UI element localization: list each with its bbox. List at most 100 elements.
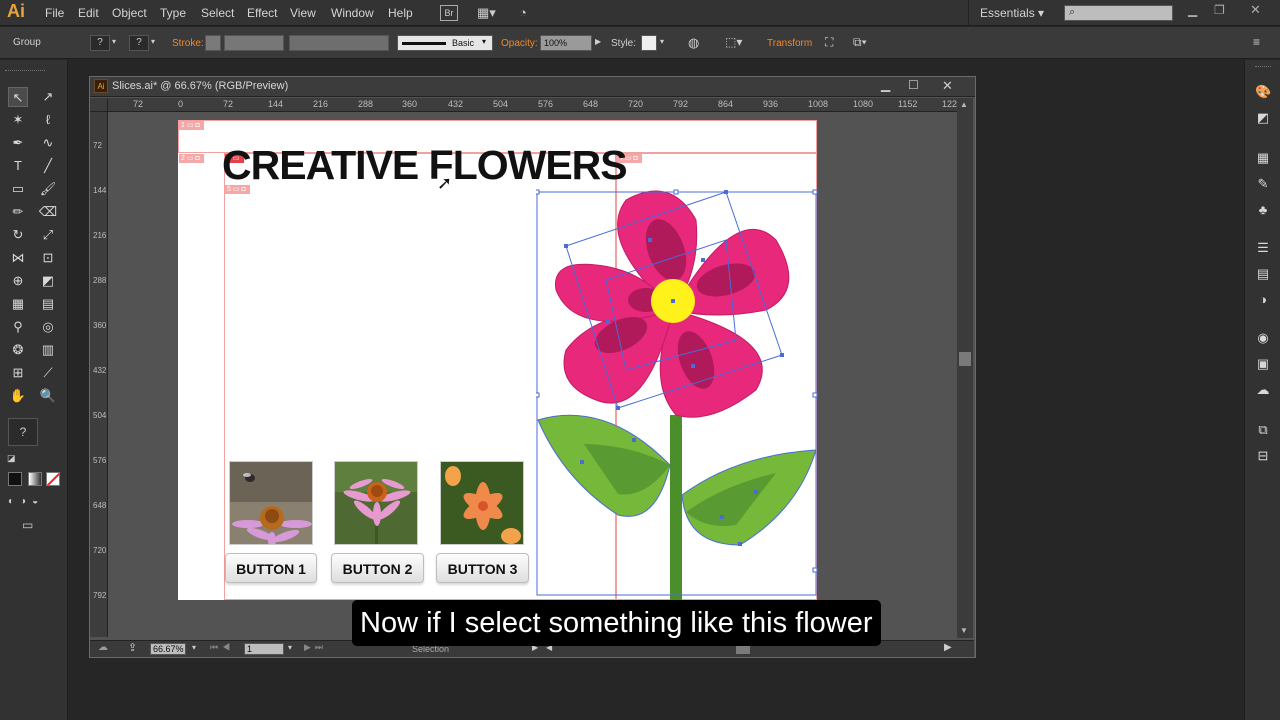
scroll-down-icon[interactable]: ▼ <box>960 626 968 635</box>
menu-effect[interactable]: Effect <box>247 6 277 20</box>
horizontal-ruler[interactable]: 72 0 72 144 216 288 360 432 504 576 648 … <box>108 98 963 112</box>
curvature-tool-icon[interactable]: ∿ <box>38 133 58 153</box>
free-transform-tool-icon[interactable]: ⊡ <box>38 248 58 268</box>
artboards-panel-icon[interactable]: ⊟ <box>1255 448 1271 464</box>
gradient-panel-icon[interactable]: ▤ <box>1255 266 1271 282</box>
menu-type[interactable]: Type <box>160 6 186 20</box>
menu-view[interactable]: View <box>290 6 316 20</box>
menu-select[interactable]: Select <box>201 6 234 20</box>
artboard-tool-icon[interactable]: ⊞ <box>8 363 28 383</box>
brushes-panel-icon[interactable]: ✎ <box>1255 176 1271 192</box>
width-tool-icon[interactable]: ⋈ <box>8 248 28 268</box>
close-app-button[interactable]: ✕ <box>1250 2 1261 18</box>
scroll-up-icon[interactable]: ▲ <box>960 100 968 109</box>
symbols-panel-icon[interactable]: ♣ <box>1255 202 1271 218</box>
default-colors-icon[interactable]: ◪ <box>7 453 16 464</box>
minimize-app-button[interactable]: ▁ <box>1188 3 1197 17</box>
flower-illustration[interactable] <box>536 180 818 600</box>
rectangle-tool-icon[interactable]: ▭ <box>8 179 28 199</box>
arrange-documents-icon[interactable]: ▦▾ <box>477 5 507 21</box>
isolate-group-icon[interactable]: ⛶ <box>825 35 833 50</box>
slice-tool-icon[interactable]: ⟋ <box>38 363 58 383</box>
scroll-thumb[interactable] <box>959 352 971 366</box>
live-paint-tool-icon[interactable]: ◩ <box>38 271 58 291</box>
control-panel-menu-icon[interactable]: ≡ <box>1253 35 1260 49</box>
opacity-field[interactable]: 100% <box>540 35 592 51</box>
maximize-document-button[interactable]: ☐ <box>908 78 919 92</box>
menu-help[interactable]: Help <box>388 6 413 20</box>
graphic-styles-icon[interactable]: ▣ <box>1255 356 1271 372</box>
gpu-performance-icon[interactable]: ◔ <box>519 5 539 21</box>
menu-file[interactable]: File <box>45 6 64 20</box>
bridge-button[interactable]: Br <box>440 5 458 21</box>
recolor-artwork-icon[interactable]: ◍ <box>688 35 699 51</box>
selection-handle[interactable] <box>812 189 818 195</box>
hscroll-thumb[interactable] <box>736 646 750 654</box>
eyedropper-tool-icon[interactable]: ⚲ <box>8 317 28 337</box>
appearance-panel-icon[interactable]: ◉ <box>1255 330 1271 346</box>
button-1[interactable]: BUTTON 1 <box>225 553 317 583</box>
paintbrush-tool-icon[interactable]: 🖌 <box>38 179 58 199</box>
color-guide-icon[interactable]: ◩ <box>1255 110 1271 126</box>
transparency-panel-icon[interactable]: ◑ <box>1255 292 1271 308</box>
eraser-tool-icon[interactable]: ⌫ <box>38 202 58 222</box>
screen-mode-icon[interactable]: ▭ <box>22 518 42 532</box>
magic-wand-tool-icon[interactable]: ✶ <box>8 110 28 130</box>
color-panel-icon[interactable]: 🎨 <box>1255 84 1271 100</box>
search-input[interactable]: ⌕ <box>1064 5 1173 21</box>
line-tool-icon[interactable]: ╱ <box>38 156 58 176</box>
mesh-tool-icon[interactable]: ▦ <box>8 294 28 314</box>
gradient-tool-icon[interactable]: ▤ <box>38 294 58 314</box>
cloud-sync-icon[interactable]: ☁ <box>98 642 108 653</box>
creative-cloud-libraries-icon[interactable]: ☁ <box>1255 382 1271 398</box>
restore-app-button[interactable]: ❐ <box>1214 3 1225 17</box>
ruler-origin[interactable] <box>90 98 108 112</box>
stroke-dropdown-icon[interactable]: ▾ <box>151 37 155 46</box>
zoom-field[interactable]: 66.67% <box>150 643 186 655</box>
opacity-arrow-icon[interactable]: ▶ <box>595 37 601 46</box>
opacity-label[interactable]: Opacity: <box>501 38 538 49</box>
direct-selection-tool-icon[interactable]: ↗ <box>38 87 58 107</box>
pathfinder-icon[interactable]: ⧉▾ <box>853 35 867 50</box>
selection-tool-icon[interactable]: ↖ <box>8 87 28 107</box>
stroke-label[interactable]: Stroke: <box>172 38 204 49</box>
close-document-button[interactable]: ✕ <box>942 78 953 94</box>
menu-window[interactable]: Window <box>331 6 374 20</box>
pencil-tool-icon[interactable]: ✏ <box>8 202 28 222</box>
brush-definition[interactable]: Basic ▾ <box>397 35 493 51</box>
hscroll-right-icon[interactable]: ▶ <box>944 642 952 653</box>
zoom-tool-icon[interactable]: 🔍 <box>38 386 58 406</box>
pen-tool-icon[interactable]: ✒ <box>8 133 28 153</box>
blend-tool-icon[interactable]: ◎ <box>38 317 58 337</box>
color-mode-icon[interactable] <box>8 472 22 486</box>
variable-width-profile[interactable] <box>289 35 389 51</box>
vertical-scrollbar[interactable]: ▲ ▼ <box>957 98 973 638</box>
layers-panel-icon[interactable]: ⧉ <box>1255 422 1271 438</box>
swatches-panel-icon[interactable]: ▦ <box>1255 150 1271 166</box>
button-2[interactable]: BUTTON 2 <box>331 553 424 583</box>
minimize-document-button[interactable]: ▁ <box>881 78 890 92</box>
zoom-dropdown-icon[interactable]: ▾ <box>192 643 196 652</box>
artboard-dropdown-icon[interactable]: ▾ <box>288 643 292 652</box>
type-tool-icon[interactable]: T <box>8 156 28 176</box>
stroke-weight-stepper[interactable] <box>205 35 221 51</box>
artboard[interactable]: 1▭◘ 2▭◘ 3▭ 4▭◘ 5▭◘ CREATIVE FLOWERS BUTT… <box>178 120 818 600</box>
vertical-ruler[interactable]: 72 144 216 288 360 432 504 576 648 720 7… <box>90 112 108 637</box>
selection-handle[interactable] <box>812 392 818 398</box>
style-dropdown-icon[interactable]: ▾ <box>660 37 664 46</box>
graphic-style-swatch[interactable] <box>641 35 657 51</box>
rotate-tool-icon[interactable]: ↻ <box>8 225 28 245</box>
artboard-prev-icon[interactable]: ⏮◀ <box>210 642 234 653</box>
stroke-swatch[interactable]: ? <box>129 35 149 51</box>
drawing-modes-icon[interactable]: ◐◑◒ <box>8 496 62 510</box>
fill-dropdown-icon[interactable]: ▾ <box>112 37 116 46</box>
button-3[interactable]: BUTTON 3 <box>436 553 529 583</box>
gradient-mode-icon[interactable] <box>28 472 42 486</box>
stroke-panel-icon[interactable]: ☰ <box>1255 240 1271 256</box>
lasso-tool-icon[interactable]: ℓ <box>38 110 58 130</box>
menu-edit[interactable]: Edit <box>78 6 99 20</box>
stroke-weight-field[interactable] <box>224 35 284 51</box>
artboard-next-icon[interactable]: ▶⏭ <box>304 642 327 653</box>
share-icon[interactable]: ⇪ <box>128 641 137 654</box>
align-options-icon[interactable]: ⬚▾ <box>725 35 742 49</box>
